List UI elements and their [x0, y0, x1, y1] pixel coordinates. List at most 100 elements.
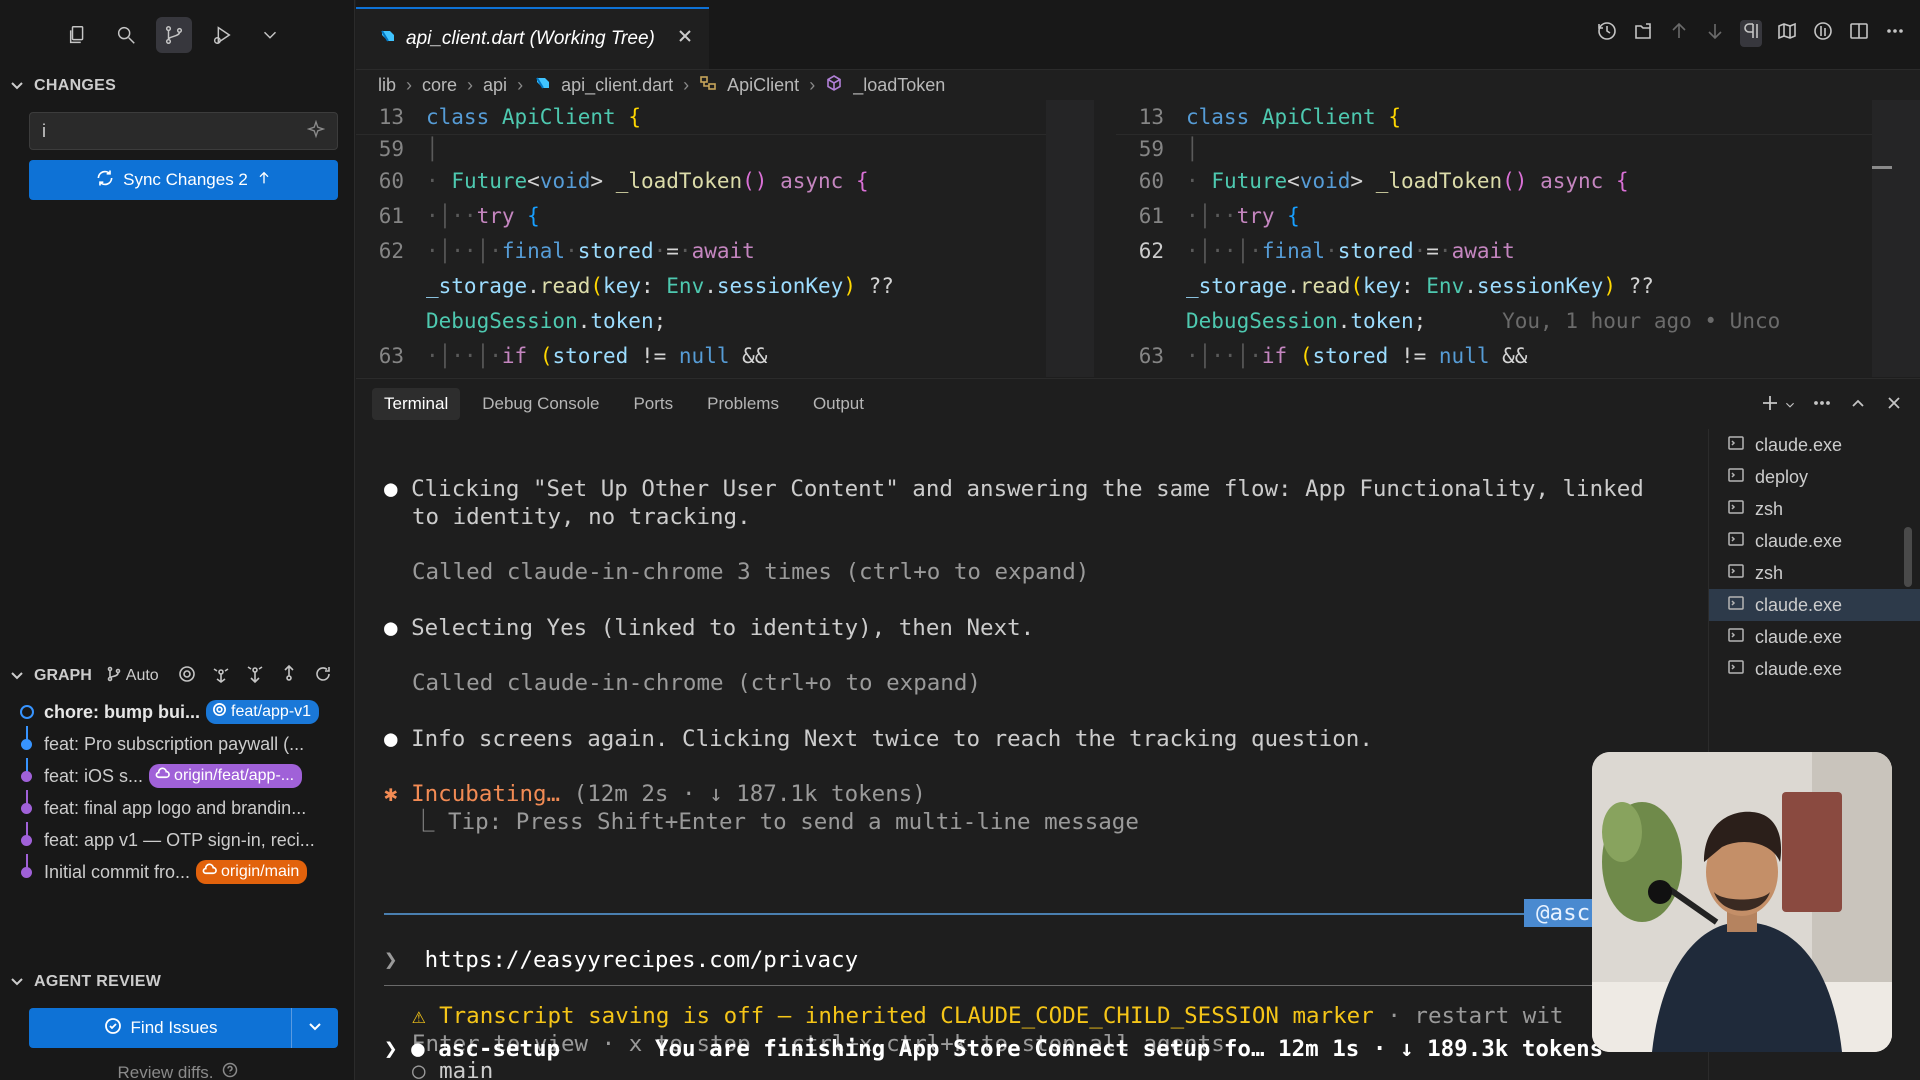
commit-row[interactable]: feat: app v1 — OTP sign-in, reci... — [0, 824, 355, 856]
commit-row[interactable]: feat: final app logo and brandin... — [0, 792, 355, 824]
breadcrumb-item[interactable]: api_client.dart — [561, 75, 673, 96]
explorer-icon[interactable] — [60, 17, 96, 53]
commit-dot — [21, 771, 32, 782]
refresh-icon[interactable] — [313, 664, 333, 689]
code-line[interactable]: 63 ·│··│·if (stored != null && — [1116, 339, 1920, 374]
sync-changes-button[interactable]: Sync Changes 2 — [29, 160, 338, 200]
code-line-wrap[interactable]: DebugSession.token; You, 1 hour ago • Un… — [1116, 304, 1920, 339]
open-file-icon[interactable] — [1632, 20, 1654, 47]
terminal-list-item[interactable]: deploy — [1709, 461, 1920, 493]
graph-section-header[interactable]: GRAPH Auto — [0, 660, 355, 692]
help-icon[interactable] — [222, 1062, 238, 1080]
code-line-wrap[interactable]: _storage.read(key: Env.sessionKey) ?? — [356, 269, 1046, 304]
line-number: 63 — [378, 344, 404, 368]
code-line-wrap[interactable]: _storage.read(key: Env.sessionKey) ?? — [1116, 269, 1920, 304]
search-icon[interactable] — [108, 17, 144, 53]
tab-problems[interactable]: Problems — [695, 388, 791, 420]
commit-message: feat: iOS s... — [44, 765, 144, 786]
remote-branch-badge[interactable]: origin/main — [196, 860, 308, 884]
split-editor-icon[interactable] — [1848, 20, 1870, 47]
branch-badge[interactable]: feat/app-v1 — [206, 700, 320, 724]
commit-row[interactable]: Initial commit fro... origin/main — [0, 856, 355, 888]
code-line[interactable]: 59 │ — [356, 135, 1046, 164]
sticky-scroll-line[interactable]: 13 class ApiClient { — [356, 100, 1046, 135]
terminal-list-item[interactable]: claude.exe — [1709, 621, 1920, 653]
diff-modified-scrollbar[interactable] — [1872, 100, 1920, 377]
code-line[interactable]: 63 ·│··│·if (stored != null && — [356, 339, 1046, 374]
tab-output[interactable]: Output — [801, 388, 876, 420]
close-icon[interactable] — [1884, 393, 1904, 418]
changes-section-header[interactable]: CHANGES — [0, 70, 354, 102]
tab-debug-console[interactable]: Debug Console — [470, 388, 611, 420]
maximize-panel-icon[interactable] — [1848, 393, 1868, 418]
find-issues-dropdown[interactable] — [292, 1008, 338, 1048]
breadcrumb-item[interactable]: _loadToken — [853, 75, 945, 96]
prompt-input[interactable]: https://easyyrecipes.com/privacy — [425, 947, 858, 973]
code-line[interactable]: 60 · Future<void> _loadToken() async { — [356, 164, 1046, 199]
terminal-output[interactable]: ● Clicking "Set Up Other User Content" a… — [384, 429, 1714, 1080]
graph-auto-toggle[interactable]: Auto — [106, 666, 159, 687]
timeline-icon[interactable] — [1596, 20, 1618, 47]
terminal-list-item[interactable]: claude.exe — [1709, 653, 1920, 685]
run-debug-icon[interactable] — [204, 17, 240, 53]
breadcrumb-item[interactable]: lib — [378, 75, 396, 96]
map-icon[interactable] — [1776, 20, 1798, 47]
chevron-down-icon — [307, 1018, 323, 1039]
close-icon[interactable] — [665, 28, 693, 50]
terminal-list-item[interactable]: claude.exe — [1709, 525, 1920, 557]
chevron-down-icon[interactable] — [1784, 396, 1796, 416]
whitespace-toggle-icon[interactable] — [1740, 20, 1762, 47]
code-line[interactable]: 59 │ — [1116, 135, 1920, 164]
code-line[interactable]: 61 ·│··try { — [356, 199, 1046, 234]
find-issues-button[interactable]: Find Issues — [29, 1008, 292, 1048]
editor-tab-api-client[interactable]: api_client.dart (Working Tree) — [356, 7, 709, 69]
target-icon[interactable] — [177, 664, 197, 689]
chevron-right-icon: › — [467, 74, 474, 95]
code-line[interactable]: 61 ·│··try { — [1116, 199, 1920, 234]
target-icon — [212, 702, 227, 722]
diff-modified-pane[interactable]: 13 class ApiClient { 59 │ 60 · Future<void>… — [1116, 100, 1920, 377]
git-compare-icon[interactable] — [1812, 20, 1834, 47]
terminal-icon — [1727, 594, 1745, 617]
breadcrumb-item[interactable]: ApiClient — [727, 75, 799, 96]
agent-review-header[interactable]: AGENT REVIEW — [0, 966, 355, 998]
chevron-right-icon: › — [406, 74, 413, 95]
terminal-list-item[interactable]: zsh — [1709, 557, 1920, 589]
more-icon[interactable] — [1884, 20, 1906, 47]
commit-row[interactable]: feat: Pro subscription paywall (... — [0, 728, 355, 760]
terminal-list-scrollbar[interactable] — [1904, 527, 1912, 587]
git-blame-annotation[interactable]: You, 1 hour ago • Unco — [1502, 309, 1780, 333]
terminal-icon — [1727, 530, 1745, 553]
sparkle-icon[interactable] — [306, 119, 326, 143]
terminal-list-item[interactable]: claude.exe — [1709, 429, 1920, 461]
code-line[interactable]: 62 ·│··│·final·stored·=·await — [356, 234, 1046, 269]
pull-icon[interactable] — [245, 664, 265, 689]
diff-original-scrollbar[interactable] — [1046, 100, 1094, 377]
tab-terminal[interactable]: Terminal — [372, 388, 461, 420]
diff-original-pane[interactable]: 13 class ApiClient { 59 │ 60 · Future<void>… — [356, 100, 1046, 377]
push-icon[interactable] — [279, 664, 299, 689]
agent-row-asc-setup[interactable]: ❯ ● asc-setup You are finishing App Stor… — [384, 1035, 1603, 1063]
sticky-scroll-line[interactable]: 13 class ApiClient { — [1116, 100, 1920, 135]
bullet-icon: ● — [384, 615, 412, 641]
class-icon — [699, 74, 717, 97]
commit-message-input[interactable]: i — [29, 112, 338, 150]
code-line-current[interactable]: 62 ·│··│·final·stored·=·await — [1116, 234, 1920, 269]
fetch-icon[interactable] — [211, 664, 231, 689]
code-line[interactable]: 60 · Future<void> _loadToken() async { — [1116, 164, 1920, 199]
arrow-up-icon[interactable] — [1668, 20, 1690, 47]
more-icon[interactable] — [1812, 393, 1832, 418]
new-terminal-icon[interactable] — [1760, 393, 1780, 418]
commit-row[interactable]: chore: bump bui... feat/app-v1 — [0, 696, 355, 728]
commit-row[interactable]: feat: iOS s... origin/feat/app-... — [0, 760, 355, 792]
code-line-wrap[interactable]: DebugSession.token; — [356, 304, 1046, 339]
breadcrumb-item[interactable]: core — [422, 75, 457, 96]
arrow-down-icon[interactable] — [1704, 20, 1726, 47]
tab-ports[interactable]: Ports — [621, 388, 685, 420]
chevron-down-icon[interactable] — [252, 17, 288, 53]
remote-branch-badge[interactable]: origin/feat/app-... — [149, 764, 303, 788]
source-control-icon[interactable] — [156, 17, 192, 53]
terminal-list-item-selected[interactable]: claude.exe — [1709, 589, 1920, 621]
breadcrumb-item[interactable]: api — [483, 75, 507, 96]
terminal-list-item[interactable]: zsh — [1709, 493, 1920, 525]
